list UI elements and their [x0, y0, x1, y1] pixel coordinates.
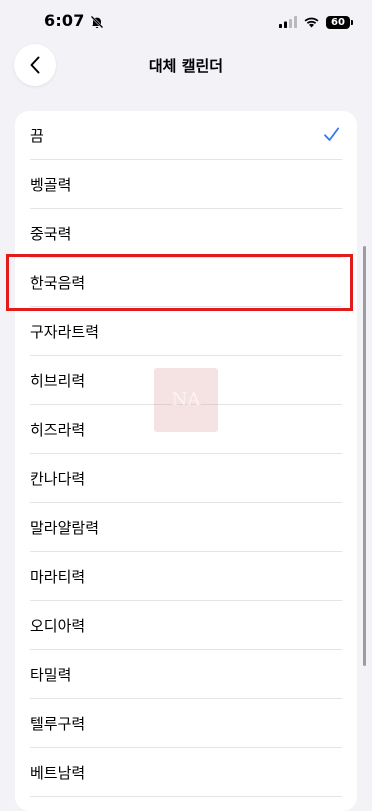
list-item[interactable]: 말라얄람력 [15, 503, 357, 552]
battery-icon: 60 [326, 15, 353, 29]
bell-slash-icon [90, 14, 104, 29]
list-item[interactable]: 텔루구력 [15, 699, 357, 748]
status-time: 6:07 [44, 11, 85, 30]
list-item-label: 벵골력 [30, 176, 72, 194]
list-item-label: 텔루구력 [30, 715, 86, 733]
list-item[interactable]: 오디아력 [15, 601, 357, 650]
list-item-label: 말라얄람력 [30, 519, 100, 537]
status-bar: 6:07 60 [0, 0, 372, 44]
list-item-label: 중국력 [30, 225, 72, 243]
list-item[interactable]: 구자라트력 [15, 307, 357, 356]
list-item[interactable]: 중국력 [15, 209, 357, 258]
list-item-label: 칸나다력 [30, 470, 86, 488]
page-title: 대체 캘린더 [148, 57, 224, 75]
list-item-label: 베트남력 [30, 764, 86, 782]
cellular-signal-icon [279, 16, 297, 28]
list-item-label: 타밀력 [30, 666, 72, 684]
list-item[interactable]: 벵골력 [15, 160, 357, 209]
highlight-annotation [6, 254, 353, 311]
list-item[interactable]: 마라티력 [15, 552, 357, 601]
calendar-list: 끔 벵골력 중국력 한국음력 구자라트력 히브리력 히즈라력 칸나다력 말라얄람… [15, 111, 357, 811]
list-item-label: 마라티력 [30, 568, 86, 586]
wifi-icon [303, 16, 320, 28]
list-item[interactable]: 칸나다력 [15, 454, 357, 503]
list-item-label: 오디아력 [30, 617, 86, 635]
scroll-indicator[interactable] [363, 246, 366, 666]
watermark: NA [154, 368, 218, 432]
list-item-label: 구자라트력 [30, 323, 100, 341]
list-item[interactable]: 끔 [15, 111, 357, 160]
list-item-label: 히브리력 [30, 372, 86, 390]
navigation-bar: 대체 캘린더 [0, 44, 372, 90]
checkmark-icon [324, 127, 340, 141]
list-item[interactable]: 타밀력 [15, 650, 357, 699]
status-indicators: 60 [279, 13, 353, 31]
list-item-label: 끔 [30, 127, 44, 145]
list-item[interactable]: 베트남력 [15, 748, 357, 797]
list-item-label: 히즈라력 [30, 421, 86, 439]
divider [30, 796, 342, 797]
